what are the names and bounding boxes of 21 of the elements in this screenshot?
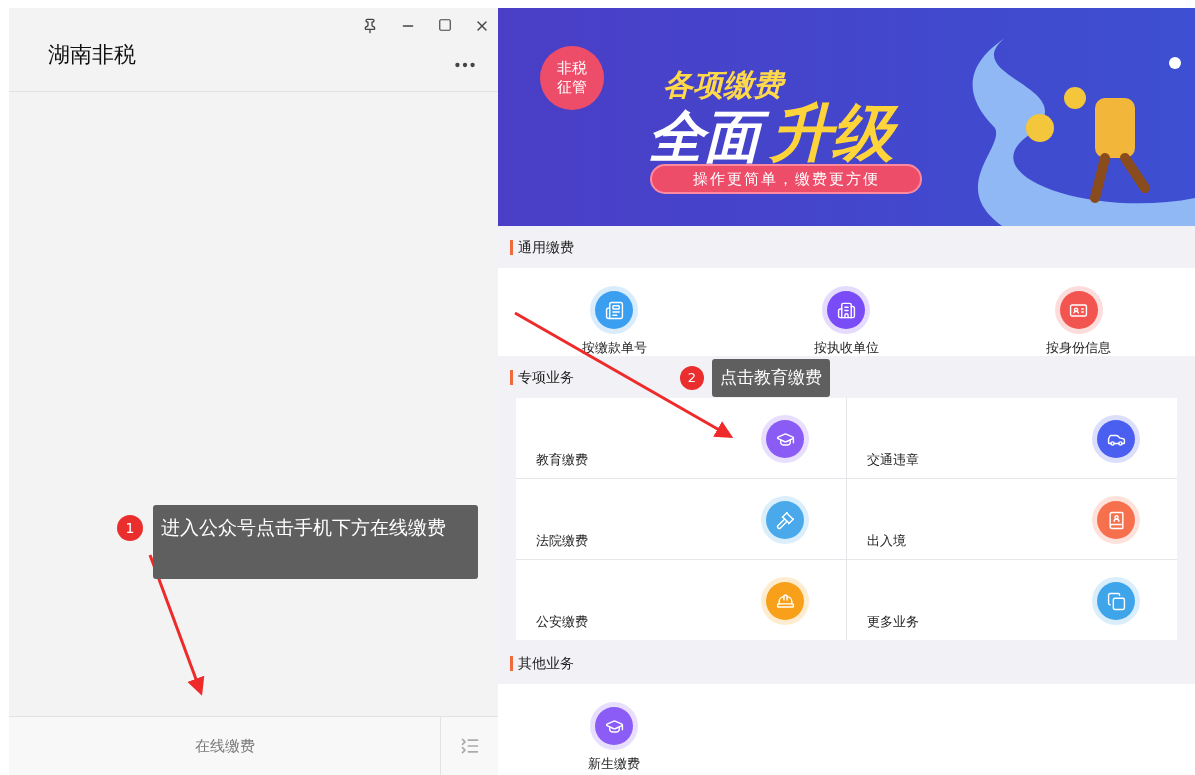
service-tile[interactable]: 交通违章 — [847, 398, 1177, 478]
payment-option[interactable]: 按执收单位 — [730, 268, 963, 356]
service-tile[interactable]: 法院缴费 — [516, 479, 846, 559]
callout-tooltip: 进入公众号点击手机下方在线缴费 — [153, 505, 478, 579]
section-title: 其他业务 — [518, 653, 574, 673]
maximize-icon[interactable] — [438, 18, 452, 32]
service-tile[interactable]: 教育缴费 — [516, 398, 846, 478]
callout-tooltip: 点击教育缴费 — [712, 359, 830, 397]
payment-option[interactable]: 按身份信息 — [962, 268, 1195, 356]
banner-badge: 非税 征管 — [540, 46, 604, 110]
payment-option[interactable]: 新生缴费 — [498, 684, 731, 772]
section-title: 通用缴费 — [518, 237, 574, 257]
pin-icon[interactable] — [362, 18, 378, 34]
keyboard-toggle-icon[interactable] — [459, 736, 480, 756]
slogan-pill: 操作更简单，缴费更方便 — [650, 164, 922, 194]
window-title: 湖南非税 — [48, 44, 136, 66]
service-tile[interactable]: 出入境 — [847, 479, 1177, 559]
section-title: 专项业务 — [518, 367, 574, 387]
service-tile[interactable]: 公安缴费 — [516, 560, 846, 640]
service-tile[interactable]: 更多业务 — [847, 560, 1177, 640]
payment-option[interactable]: 按缴款单号 — [498, 268, 731, 356]
